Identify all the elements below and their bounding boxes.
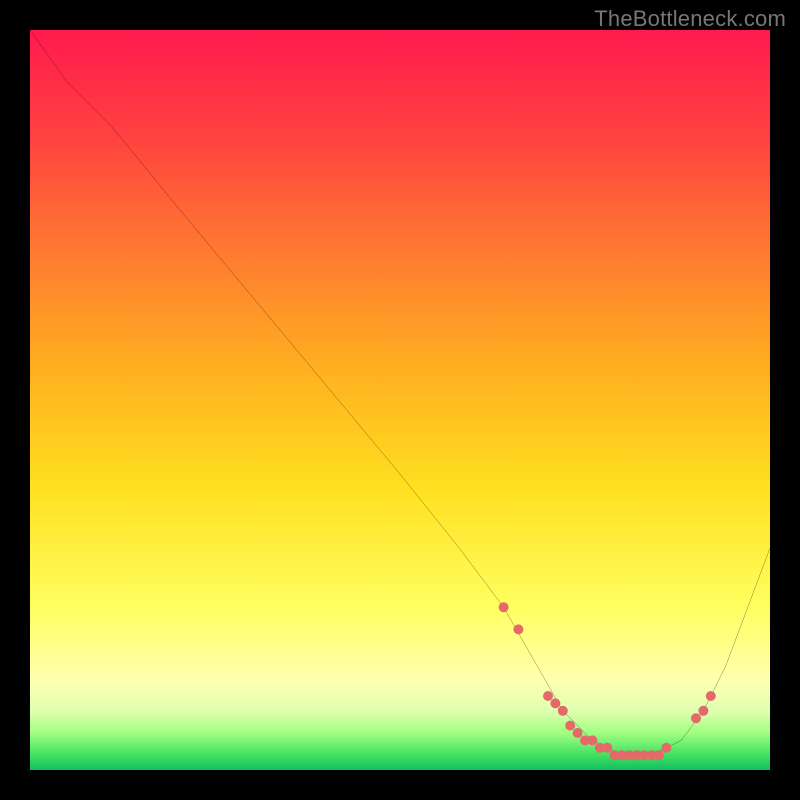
- bottleneck-curve: [30, 30, 770, 755]
- marker-point: [706, 691, 716, 701]
- marker-point: [654, 750, 664, 760]
- highlighted-points: [499, 602, 716, 760]
- plot-area: [30, 30, 770, 770]
- marker-point: [513, 624, 523, 634]
- marker-point: [565, 721, 575, 731]
- chart-container: TheBottleneck.com: [0, 0, 800, 800]
- marker-point: [602, 743, 612, 753]
- marker-point: [698, 706, 708, 716]
- marker-point: [691, 713, 701, 723]
- marker-point: [661, 743, 671, 753]
- watermark-text: TheBottleneck.com: [594, 6, 786, 32]
- marker-point: [573, 728, 583, 738]
- chart-svg: [30, 30, 770, 770]
- marker-point: [558, 706, 568, 716]
- marker-point: [499, 602, 509, 612]
- marker-point: [550, 698, 560, 708]
- marker-point: [543, 691, 553, 701]
- marker-point: [587, 735, 597, 745]
